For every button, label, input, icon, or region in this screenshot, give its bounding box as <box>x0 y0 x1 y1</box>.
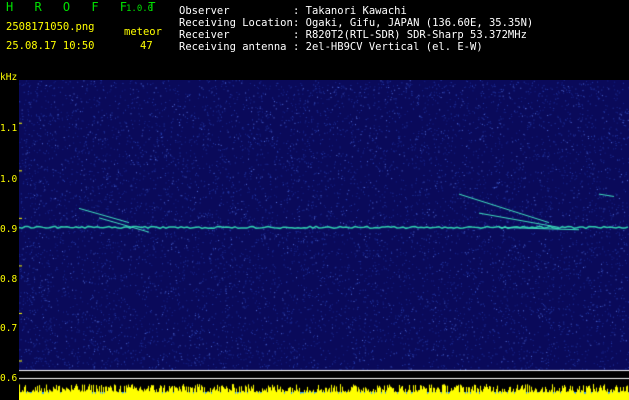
y-tick-label: 0.9 <box>0 224 18 235</box>
date-time: 25.08.17 10:50 <box>6 40 95 52</box>
file-name: 2508171050.png <box>6 21 95 33</box>
app-version: 1.0.0 <box>126 4 154 14</box>
receiver-value: : R820T2(RTL-SDR) SDR-Sharp 53.372MHz <box>293 29 527 41</box>
location-label: Receiving Location <box>179 17 293 29</box>
observer-value: : Takanori Kawachi <box>293 5 407 17</box>
antenna-label: Receiving antenna <box>179 41 287 53</box>
observer-label: Observer <box>179 5 230 17</box>
y-tick-label: 1.1 <box>0 123 18 134</box>
location-value: : Ogaki, Gifu, JAPAN (136.60E, 35.35N) <box>293 17 534 29</box>
y-tick-label: 0.7 <box>0 323 18 334</box>
y-axis-unit: kHz <box>0 72 18 83</box>
meteor-count: 47 <box>140 40 153 52</box>
antenna-value: : 2el-HB9CV Vertical (el. E-W) <box>293 41 483 53</box>
y-tick-label: 0.6 <box>0 373 18 384</box>
header-panel: H R O F F T 1.0.0 2508171050.png meteor … <box>0 0 629 76</box>
y-tick-label: 0.8 <box>0 274 18 285</box>
meteor-label: meteor <box>124 26 162 38</box>
spectrogram-plot <box>19 80 629 400</box>
receiver-label: Receiver <box>179 29 230 41</box>
y-tick-label: 1.0 <box>0 174 18 185</box>
